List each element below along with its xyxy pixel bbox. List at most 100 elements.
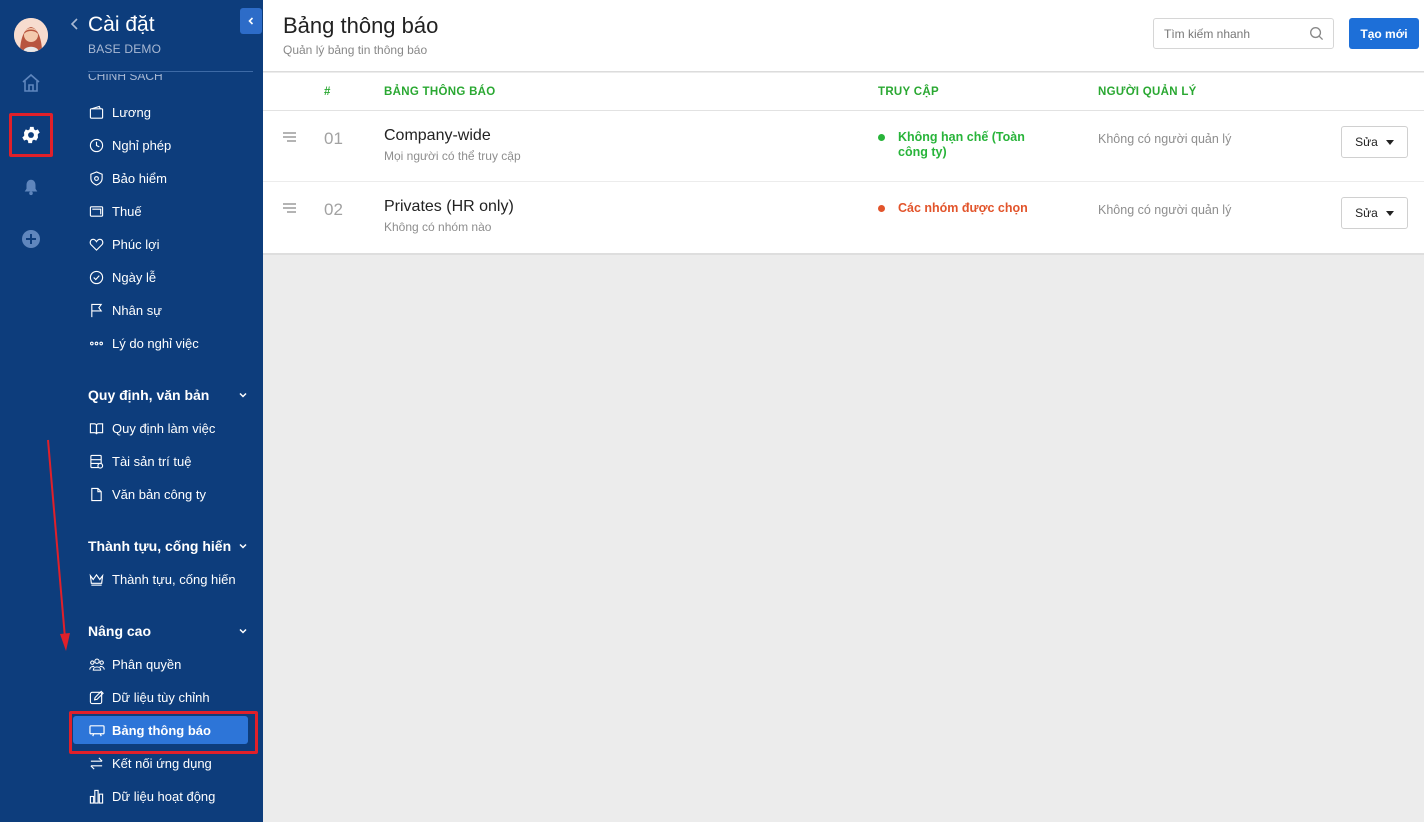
- plus-circle-icon[interactable]: [16, 224, 46, 254]
- settings-sidebar: Cài đặt BASE DEMO CHÍNH SÁCH Lương Nghỉ …: [63, 0, 263, 822]
- sidebar-item-label: Dữ liệu tùy chỉnh: [112, 689, 210, 705]
- sidebar-item-label: Quy định làm việc: [112, 420, 216, 436]
- column-header-access: TRUY CẬP: [878, 86, 939, 98]
- main-content: Bảng thông báo Quản lý bảng tin thông bá…: [263, 0, 1424, 822]
- table-header: # BẢNG THÔNG BÁO TRUY CẬP NGƯỜI QUẢN LÝ: [263, 73, 1424, 111]
- board-name[interactable]: Privates (HR only): [384, 198, 514, 216]
- chevron-down-icon: [239, 543, 247, 549]
- swap-icon: [88, 755, 105, 772]
- column-header-index: #: [324, 86, 331, 98]
- sidebar-item-activity-data[interactable]: Dữ liệu hoạt động: [88, 785, 215, 807]
- sidebar-item-label: Kết nối ứng dụng: [112, 755, 212, 771]
- sidebar-item-label: Lý do nghỉ việc: [112, 335, 199, 351]
- chevron-down-icon: [239, 628, 247, 634]
- group-achievements-toggle[interactable]: Thành tựu, cống hiến: [88, 535, 248, 557]
- page-title: Bảng thông báo: [283, 13, 439, 38]
- users-icon: [88, 656, 105, 673]
- sidebar-subtitle: BASE DEMO: [88, 42, 162, 56]
- column-header-board: BẢNG THÔNG BÁO: [384, 86, 496, 98]
- bell-icon[interactable]: [16, 172, 46, 202]
- icon-rail: [0, 0, 63, 822]
- card-icon: [88, 203, 105, 220]
- group-rules-label: Quy định, văn bản: [88, 387, 210, 403]
- manager-text: Không có người quản lý: [1098, 203, 1232, 217]
- document-icon: [88, 486, 105, 503]
- sidebar-title: Cài đặt: [88, 13, 155, 36]
- edit-dropdown-button[interactable]: Sửa: [1341, 197, 1408, 229]
- access-status: Không hạn chế (Toàn công ty): [878, 130, 1058, 160]
- page-subtitle: Quản lý bảng tin thông báo: [283, 43, 428, 57]
- home-icon[interactable]: [16, 68, 46, 98]
- drag-handle-icon[interactable]: [283, 203, 297, 213]
- dots-icon: [88, 335, 105, 352]
- clock-icon: [88, 137, 105, 154]
- sidebar-item-company-documents[interactable]: Văn bản công ty: [88, 483, 206, 505]
- manager-text: Không có người quản lý: [1098, 132, 1232, 146]
- sidebar-item-holidays[interactable]: Ngày lễ: [88, 266, 156, 288]
- group-advanced-toggle[interactable]: Nâng cao: [88, 620, 248, 642]
- sidebar-item-personnel[interactable]: Nhân sự: [88, 299, 162, 321]
- sidebar-item-leave[interactable]: Nghỉ phép: [88, 134, 171, 156]
- sidebar-item-label: Ngày lễ: [112, 269, 157, 285]
- sidebar-item-work-rules[interactable]: Quy định làm việc: [88, 417, 215, 439]
- search-input[interactable]: [1164, 19, 1304, 48]
- gear-highlight-box: [9, 113, 53, 157]
- sidebar-item-achievements[interactable]: Thành tựu, cống hiến: [88, 568, 236, 590]
- sidebar-item-app-integration[interactable]: Kết nối ứng dụng: [88, 752, 212, 774]
- bar-chart-icon: [88, 788, 105, 805]
- table-row[interactable]: 02 Privates (HR only) Không có nhóm nào …: [263, 182, 1424, 253]
- edit-dropdown-button[interactable]: Sửa: [1341, 126, 1408, 158]
- crown-icon: [88, 571, 105, 588]
- page-header: Bảng thông báo Quản lý bảng tin thông bá…: [263, 0, 1424, 72]
- shield-icon: [88, 170, 105, 187]
- table-row[interactable]: 01 Company-wide Mọi người có thể truy cậ…: [263, 111, 1424, 182]
- sidebar-divider: [88, 71, 253, 72]
- chevron-down-icon: [239, 392, 247, 398]
- wallet-icon: [88, 104, 105, 121]
- notice-board-table: # BẢNG THÔNG BÁO TRUY CẬP NGƯỜI QUẢN LÝ …: [263, 73, 1424, 255]
- heart-icon: [88, 236, 105, 253]
- group-achievements-label: Thành tựu, cống hiến: [88, 538, 232, 554]
- group-advanced-label: Nâng cao: [88, 623, 152, 639]
- access-label: Không hạn chế (Toàn công ty): [898, 130, 1025, 159]
- sidebar-item-custom-data[interactable]: Dữ liệu tùy chỉnh: [88, 686, 210, 708]
- edit-label: Sửa: [1355, 206, 1378, 220]
- sidebar-item-label: Tài sản trí tuệ: [112, 453, 192, 469]
- search-icon[interactable]: [1309, 26, 1324, 41]
- group-rules-toggle[interactable]: Quy định, văn bản: [88, 384, 248, 406]
- sidebar-item-label: Phúc lợi: [112, 236, 160, 252]
- sidebar-item-insurance[interactable]: Bảo hiểm: [88, 167, 167, 189]
- access-status: Các nhóm được chọn: [878, 201, 1058, 216]
- status-dot: [878, 205, 885, 212]
- sidebar-item-permissions[interactable]: Phân quyền: [88, 653, 181, 675]
- status-dot: [878, 134, 885, 141]
- sidebar-item-benefits[interactable]: Phúc lợi: [88, 233, 160, 255]
- caret-down-icon: [1385, 139, 1394, 145]
- sidebar-item-salary[interactable]: Lương: [88, 101, 151, 123]
- sidebar-item-label: Dữ liệu hoạt động: [112, 788, 216, 804]
- book-icon: [88, 420, 105, 437]
- sidebar-item-label: Lương: [112, 104, 151, 120]
- database-icon: [88, 453, 105, 470]
- check-circle-icon: [88, 269, 105, 286]
- create-new-button[interactable]: Tạo mới: [1349, 18, 1419, 49]
- collapse-sidebar-button[interactable]: [240, 8, 262, 34]
- edit-label: Sửa: [1355, 135, 1378, 149]
- drag-handle-icon[interactable]: [283, 132, 297, 142]
- sidebar-item-intellectual-property[interactable]: Tài sản trí tuệ: [88, 450, 191, 472]
- board-description: Mọi người có thể truy cập: [384, 149, 521, 163]
- sidebar-item-label: Văn bản công ty: [112, 486, 206, 502]
- column-header-manager: NGƯỜI QUẢN LÝ: [1098, 86, 1197, 98]
- sidebar-item-label: Thành tựu, cống hiến: [112, 571, 236, 587]
- sidebar-item-tax[interactable]: Thuế: [88, 200, 142, 222]
- row-number: 02: [324, 200, 343, 219]
- avatar[interactable]: [14, 18, 48, 52]
- board-description: Không có nhóm nào: [384, 220, 492, 234]
- flag-icon: [88, 302, 105, 319]
- sidebar-item-label: Nhân sự: [112, 302, 162, 318]
- sidebar-item-leaving-reasons[interactable]: Lý do nghỉ việc: [88, 332, 199, 354]
- board-name[interactable]: Company-wide: [384, 127, 491, 145]
- row-number: 01: [324, 129, 343, 148]
- chevron-left-icon[interactable]: [67, 16, 83, 32]
- caret-down-icon: [1385, 210, 1394, 216]
